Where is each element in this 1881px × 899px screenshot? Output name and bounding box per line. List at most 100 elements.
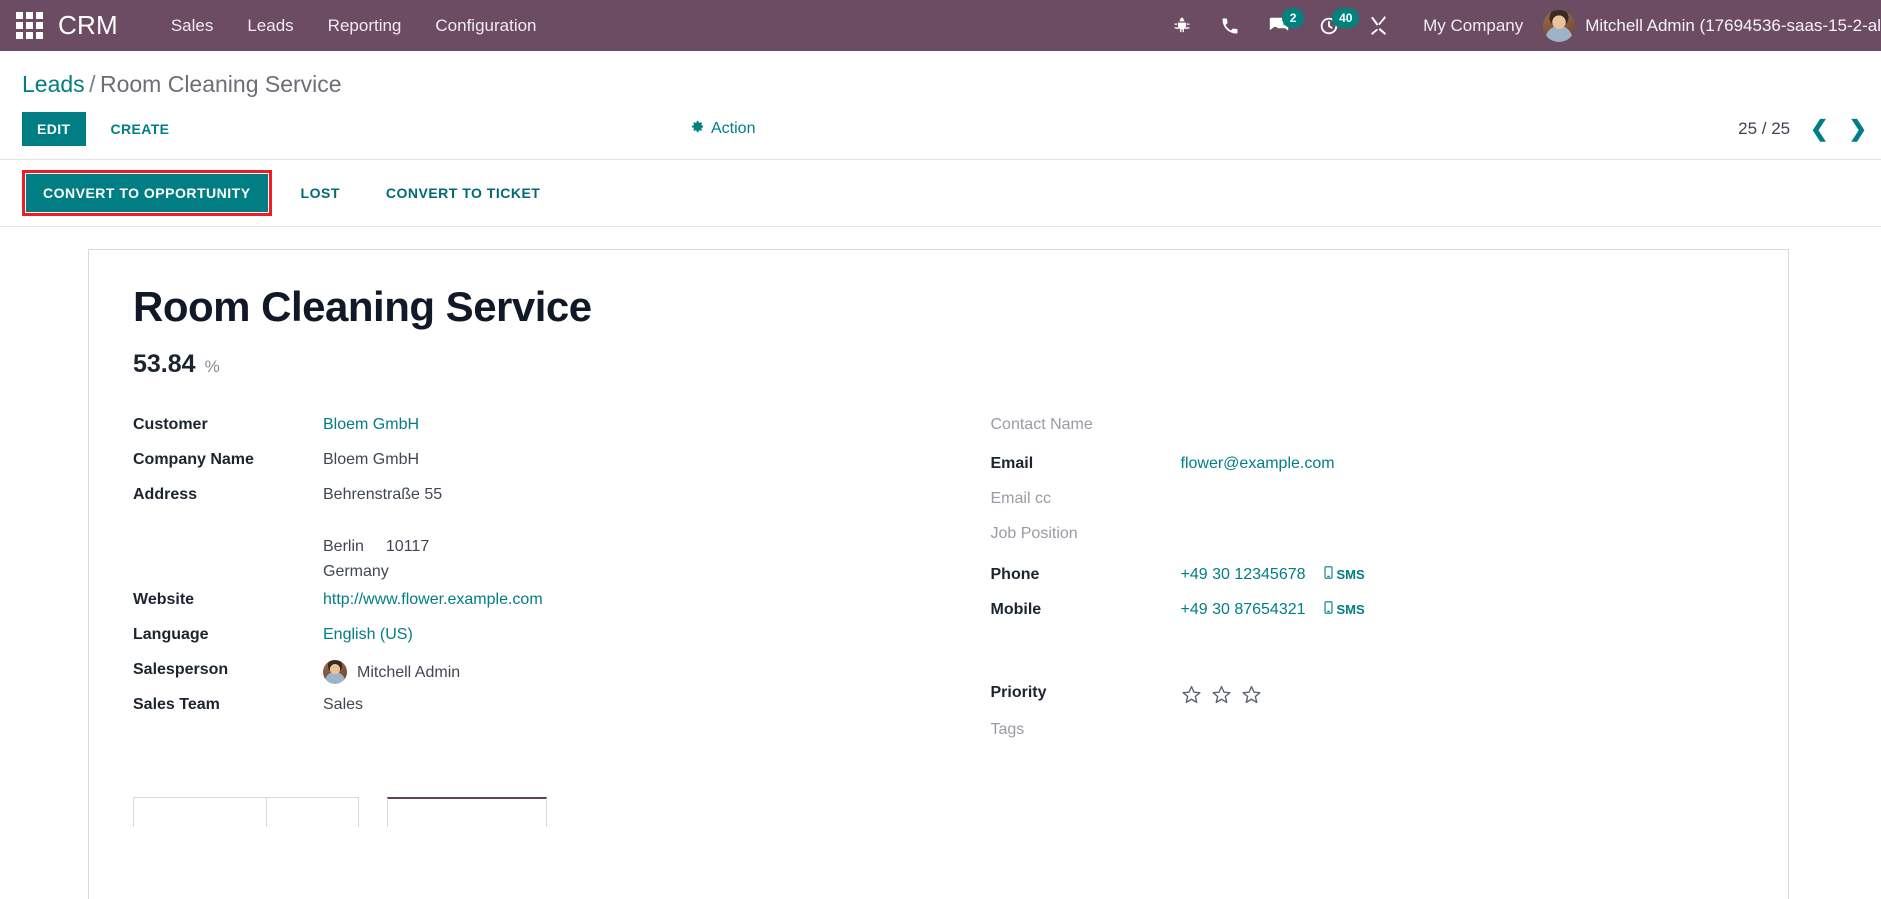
nav-menu-configuration[interactable]: Configuration xyxy=(418,2,553,50)
probability-unit: % xyxy=(204,357,220,377)
apps-dot xyxy=(15,22,23,29)
priority-stars xyxy=(1181,683,1262,710)
breadcrumb-separator: / xyxy=(89,71,96,97)
phone-sms-button[interactable]: SMS xyxy=(1323,566,1365,582)
action-menu[interactable]: Action xyxy=(690,119,755,139)
breadcrumb-root-leads[interactable]: Leads xyxy=(22,71,85,97)
edit-button[interactable]: EDIT xyxy=(22,112,86,146)
field-website: Website http://www.flower.example.com xyxy=(133,590,939,625)
field-company-name: Company Name Bloem GmbH xyxy=(133,450,939,485)
priority-star-2[interactable] xyxy=(1211,684,1232,710)
company-switcher[interactable]: My Company xyxy=(1403,16,1543,36)
mobile-value[interactable]: +49 30 87654321 xyxy=(1181,600,1306,619)
navbar-right-group: 2 40 My Company Mitchell Admin (17694536… xyxy=(1158,0,1881,51)
app-brand-crm[interactable]: CRM xyxy=(58,10,118,41)
field-label: Email xyxy=(990,455,1034,473)
notebook-tab-1[interactable] xyxy=(133,797,267,828)
messages-badge: 2 xyxy=(1282,8,1305,28)
avatar xyxy=(1543,9,1576,42)
highlight-box: CONVERT TO OPPORTUNITY xyxy=(22,170,272,216)
action-menu-label: Action xyxy=(711,120,756,137)
phone-row: +49 30 12345678 SMS xyxy=(1181,565,1365,584)
company-name-value[interactable]: Bloem GmbH xyxy=(323,450,419,469)
field-language: Language English (US) xyxy=(133,625,939,660)
address-city-zip: Berlin 10117 xyxy=(323,537,442,556)
form-column-right: Contact Name Email flower@example.com Em… xyxy=(939,415,1745,755)
nav-menu-sales[interactable]: Sales xyxy=(154,2,231,50)
field-label: Mobile xyxy=(990,601,1042,619)
apps-dot xyxy=(35,12,43,19)
pager: 25 / 25 ❮ ❯ xyxy=(1738,118,1867,140)
priority-star-1[interactable] xyxy=(1181,684,1202,710)
nav-menu-reporting[interactable]: Reporting xyxy=(311,2,419,50)
field-label: Priority xyxy=(990,684,1047,702)
breadcrumb-current: Room Cleaning Service xyxy=(99,71,342,97)
nav-menu-leads[interactable]: Leads xyxy=(230,2,310,50)
chevron-left-icon[interactable]: ❮ xyxy=(1810,118,1828,140)
form-columns: Customer Bloem GmbH Company Name Bloem G… xyxy=(133,415,1744,755)
address-country[interactable]: Germany xyxy=(323,562,442,581)
salesperson-value[interactable]: Mitchell Admin xyxy=(323,660,460,685)
mobile-row: +49 30 87654321 SMS xyxy=(1181,600,1365,619)
status-button-bar: CONVERT TO OPPORTUNITY LOST CONVERT TO T… xyxy=(0,160,1881,227)
field-address: Address Behrenstraße 55 Berlin 10117 Ger… xyxy=(133,485,939,581)
field-priority: Priority xyxy=(991,683,1745,718)
sms-label: SMS xyxy=(1336,601,1365,617)
website-value[interactable]: http://www.flower.example.com xyxy=(323,590,543,609)
field-salesperson: Salesperson Mitchell Admin xyxy=(133,660,939,695)
address-zip[interactable]: 10117 xyxy=(386,537,429,556)
avatar xyxy=(323,660,347,685)
activities-clock-icon[interactable]: 40 xyxy=(1304,0,1360,51)
probability-value[interactable]: 53.84 xyxy=(133,350,196,379)
email-value[interactable]: flower@example.com xyxy=(1181,454,1335,473)
mobile-phone-icon xyxy=(1323,566,1333,582)
apps-dot xyxy=(25,32,33,39)
apps-grid-icon[interactable] xyxy=(14,11,44,41)
chevron-right-icon[interactable]: ❯ xyxy=(1849,118,1867,140)
field-label: Email cc xyxy=(990,490,1051,508)
tools-wrench-icon[interactable] xyxy=(1354,0,1403,51)
apps-dot xyxy=(35,22,43,29)
customer-value[interactable]: Bloem GmbH xyxy=(323,415,419,434)
top-navbar: CRM Sales Leads Reporting Configuration … xyxy=(0,0,1881,51)
pager-count[interactable]: 25 / 25 xyxy=(1738,119,1790,139)
field-phone: Phone +49 30 12345678 SMS xyxy=(991,565,1745,600)
user-menu[interactable]: Mitchell Admin (17694536-saas-15-2-al xyxy=(1543,9,1881,42)
field-label: Salesperson xyxy=(133,661,229,679)
form-sheet: Room Cleaning Service 53.84 % Customer B… xyxy=(88,249,1789,899)
phone-icon[interactable] xyxy=(1206,0,1254,51)
address-city[interactable]: Berlin xyxy=(323,537,364,556)
sms-label: SMS xyxy=(1336,566,1365,582)
field-job-position: Job Position xyxy=(991,524,1745,559)
user-menu-label: Mitchell Admin (17694536-saas-15-2-al xyxy=(1585,15,1881,35)
field-label: Website xyxy=(133,591,195,609)
address-street[interactable]: Behrenstraße 55 xyxy=(323,485,442,504)
convert-to-opportunity-button[interactable]: CONVERT TO OPPORTUNITY xyxy=(26,174,268,212)
field-mobile: Mobile +49 30 87654321 SMS xyxy=(991,600,1745,635)
probability-field: 53.84 % xyxy=(133,350,1744,379)
mobile-sms-button[interactable]: SMS xyxy=(1323,601,1365,617)
language-value[interactable]: English (US) xyxy=(323,625,413,644)
apps-dot xyxy=(25,22,33,29)
apps-dot xyxy=(15,12,23,19)
gear-icon xyxy=(690,119,705,139)
field-label: Customer xyxy=(133,416,208,434)
address-street2-empty[interactable] xyxy=(323,504,442,537)
field-label: Tags xyxy=(990,721,1025,739)
field-label: Job Position xyxy=(990,525,1078,543)
field-contact-name: Contact Name xyxy=(991,415,1745,450)
bug-icon[interactable] xyxy=(1158,0,1206,51)
notebook-tab-3-active[interactable] xyxy=(387,797,547,828)
convert-to-ticket-button[interactable]: CONVERT TO TICKET xyxy=(369,174,557,212)
lost-button[interactable]: LOST xyxy=(284,174,357,212)
create-button[interactable]: CREATE xyxy=(96,112,185,146)
field-label: Sales Team xyxy=(133,696,220,714)
field-sales-team: Sales Team Sales xyxy=(133,695,939,730)
notebook-tab-2[interactable] xyxy=(266,797,359,828)
phone-value[interactable]: +49 30 12345678 xyxy=(1181,565,1306,584)
apps-dot xyxy=(15,32,23,39)
field-label: Contact Name xyxy=(990,416,1093,434)
messages-icon[interactable]: 2 xyxy=(1254,0,1305,51)
sales-team-value[interactable]: Sales xyxy=(323,695,363,714)
priority-star-3[interactable] xyxy=(1241,684,1262,710)
